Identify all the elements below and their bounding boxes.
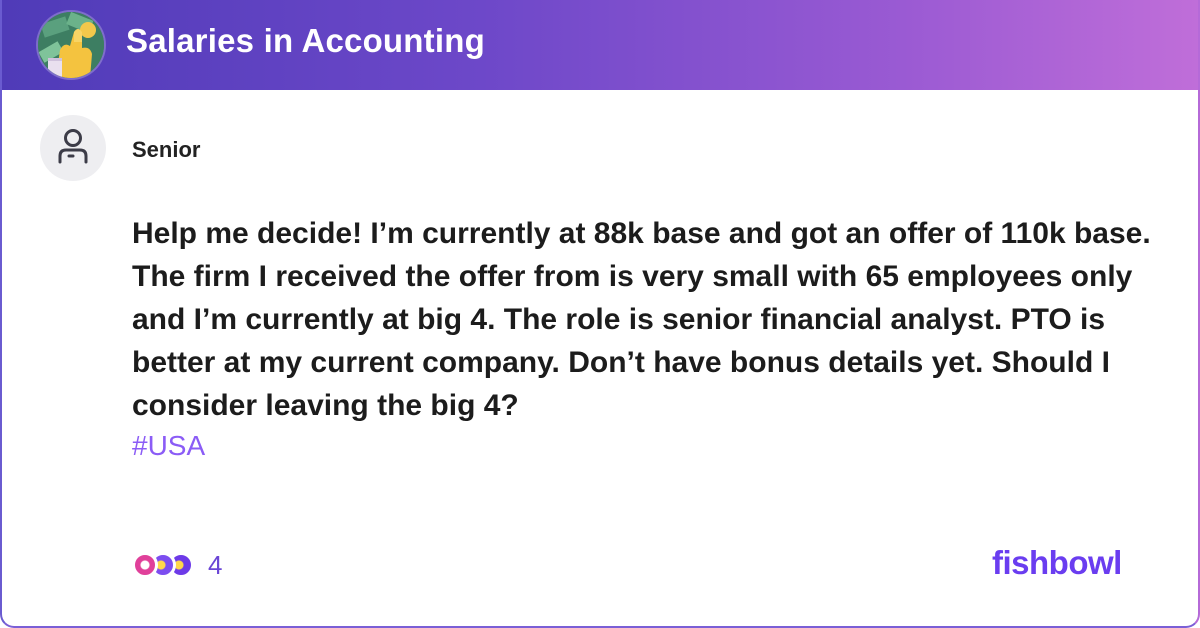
reactions-summary[interactable]: 4 [132, 548, 222, 582]
bowl-title[interactable]: Salaries in Accounting [126, 22, 485, 60]
post-body: Help me decide! I’m currently at 88k bas… [132, 217, 1151, 422]
post-card: Salaries in Accounting Senior Help me de… [0, 0, 1200, 628]
user-icon[interactable] [40, 115, 106, 181]
heart-reaction-icon [132, 552, 158, 578]
reaction-count: 4 [208, 549, 223, 580]
author-name[interactable]: Senior [132, 137, 200, 163]
bowl-header[interactable]: Salaries in Accounting [2, 0, 1198, 90]
hashtag-link[interactable]: #USA [132, 430, 205, 462]
money-hand-icon[interactable] [38, 12, 104, 78]
fishbowl-logo[interactable]: fishbowl [992, 544, 1122, 582]
